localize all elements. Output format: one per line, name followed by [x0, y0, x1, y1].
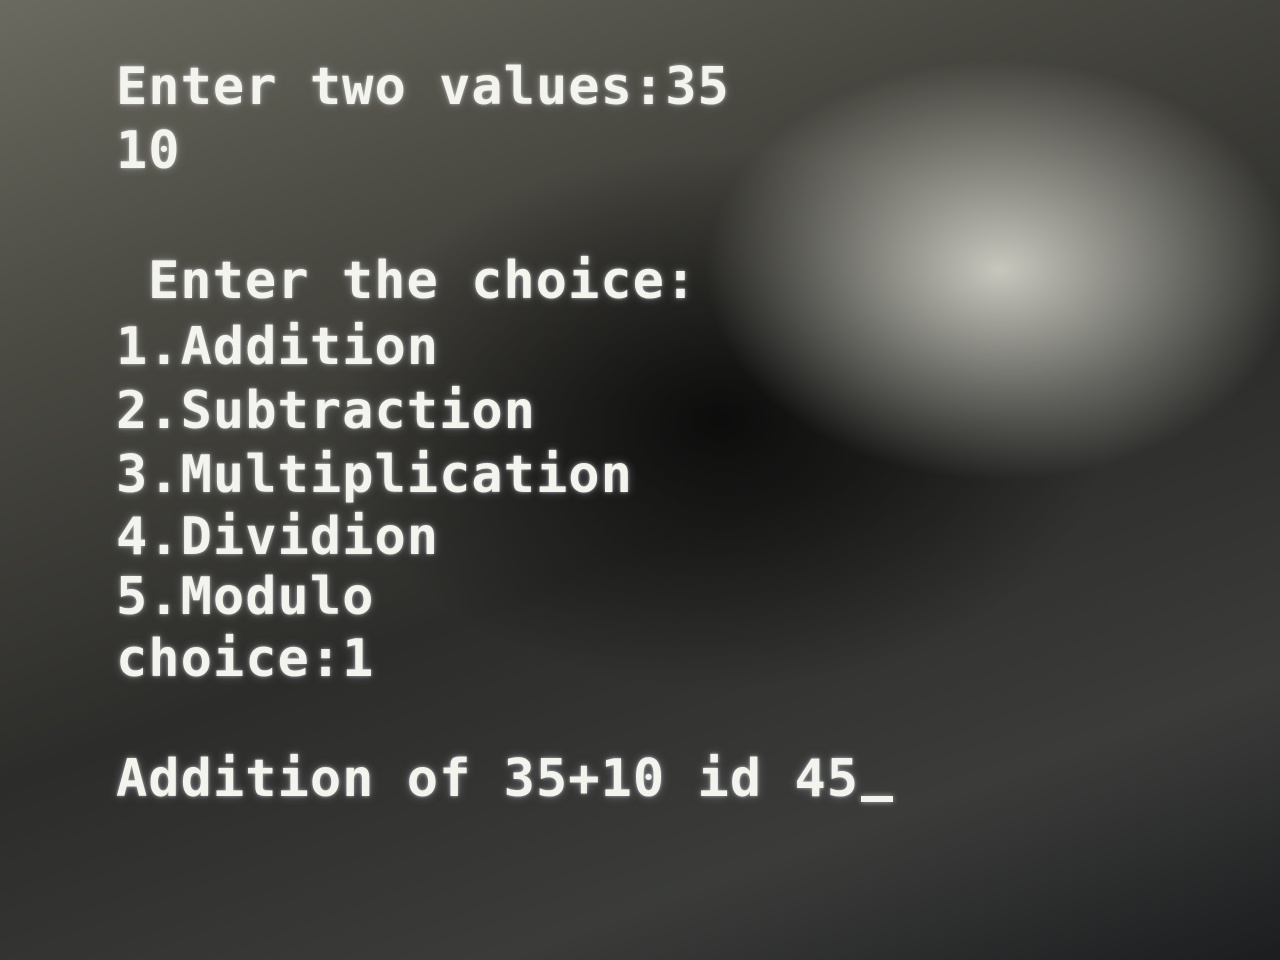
- menu-option-multiplication: 3.Multiplication: [116, 445, 633, 505]
- menu-option-division: 4.Dividion: [116, 507, 440, 567]
- result-text: Addition of 35+10 id 45: [116, 749, 860, 809]
- prompt-enter-values: Enter two values:35: [116, 57, 730, 117]
- menu-option-subtraction: 2.Subtraction: [116, 381, 536, 441]
- second-value-input: 10: [116, 121, 181, 181]
- menu-option-addition: 1.Addition: [116, 317, 440, 377]
- result-line[interactable]: Addition of 35+10 id 45: [116, 748, 894, 810]
- prompt-enter-choice: Enter the choice:: [148, 251, 698, 311]
- menu-option-modulo: 5.Modulo: [116, 567, 375, 627]
- text-cursor[interactable]: [861, 796, 894, 802]
- terminal-screen: Enter two values:35 10 Enter the choice:…: [0, 0, 1280, 960]
- choice-input: choice:1: [116, 629, 375, 689]
